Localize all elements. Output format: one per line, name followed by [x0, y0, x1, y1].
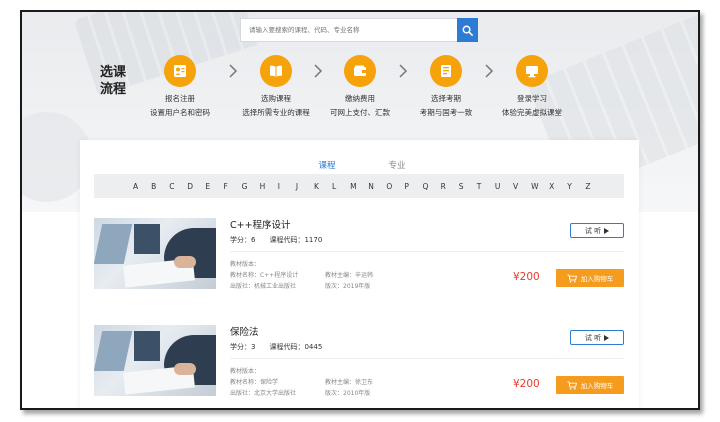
play-icon [604, 227, 610, 234]
course-thumbnail [94, 325, 216, 396]
divider [230, 251, 624, 252]
course-price: ¥200 [513, 271, 540, 283]
course-name[interactable]: 保险法 [230, 324, 259, 338]
publisher-value: 北京大学出版社 [254, 390, 297, 397]
editor-label: 教材主编： [325, 379, 356, 386]
search-icon [462, 25, 473, 36]
letter-filter-m[interactable]: M [350, 182, 368, 191]
alphabet-filter: ABCDEFGHIJKLMNOPQRSTUVWXYZ [94, 174, 624, 198]
credit-value: 6 [251, 236, 256, 244]
letter-filter-u[interactable]: U [495, 182, 513, 191]
wallet-icon [344, 55, 376, 87]
textbook-label: 教材名称： [230, 379, 261, 386]
cart-label: 加入购物车 [580, 382, 614, 390]
letter-filter-h[interactable]: H [260, 182, 278, 191]
add-to-cart-button[interactable]: 加入购物车 [556, 376, 624, 394]
step-login-study: 登录学习 体验完美虚拟课堂 [472, 55, 592, 118]
edition-label: 教材版本： [230, 261, 261, 268]
course-panel: 课程 专业 ABCDEFGHIJKLMNOPQRSTUVWXYZ C++程序设计… [80, 140, 639, 408]
letter-filter-s[interactable]: S [459, 182, 477, 191]
cart-icon [567, 274, 577, 283]
exam-doc-icon [430, 55, 462, 87]
textbook-value: C++程序设计 [260, 272, 299, 279]
course-item: C++程序设计 学分：6 课程代码：1170 教材版本： 教材名称：C++程序设… [94, 218, 624, 298]
book-icon [260, 55, 292, 87]
monitor-icon [516, 55, 548, 87]
letter-filter-a[interactable]: A [133, 182, 151, 191]
course-price: ¥200 [513, 378, 540, 390]
code-value: 1170 [304, 236, 323, 244]
letter-filter-c[interactable]: C [169, 182, 187, 191]
edition-label: 教材版本： [230, 368, 261, 375]
user-card-icon [164, 55, 196, 87]
version-value: 2019年版 [343, 283, 371, 290]
letter-filter-l[interactable]: L [332, 182, 350, 191]
letter-filter-k[interactable]: K [314, 182, 332, 191]
letter-filter-x[interactable]: X [549, 182, 567, 191]
editor-value: 辛运帏 [355, 272, 374, 279]
add-to-cart-button[interactable]: 加入购物车 [556, 269, 624, 287]
letter-filter-w[interactable]: W [531, 182, 549, 191]
textbook-label: 教材名称： [230, 272, 261, 279]
credit-label: 学分： [230, 236, 251, 244]
course-meta: 学分：3 课程代码：0445 [230, 342, 322, 352]
browser-frame: 选课流程 报名注册 设置用户名和密码 选购课程 选择所需专业的课程 缴纳费用 可… [20, 10, 700, 410]
credit-label: 学分： [230, 343, 251, 351]
version-value: 2010年版 [343, 390, 371, 397]
play-icon [604, 334, 610, 341]
step-desc: 体验完美虚拟课堂 [502, 108, 562, 117]
textbook-value: 保险学 [260, 379, 279, 386]
letter-filter-e[interactable]: E [205, 182, 223, 191]
letter-filter-g[interactable]: G [242, 182, 260, 191]
search-button[interactable] [457, 18, 478, 42]
letter-filter-y[interactable]: Y [567, 182, 585, 191]
code-label: 课程代码： [269, 343, 305, 351]
search-box [240, 18, 477, 42]
cart-icon [567, 381, 577, 390]
textbook-info: 教材版本： 教材名称：保险学 教材主编：徐卫东 出版社：北京大学出版社 版次：2… [230, 366, 373, 399]
letter-filter-i[interactable]: I [278, 182, 296, 191]
publisher-label: 出版社： [230, 283, 255, 290]
letter-filter-j[interactable]: J [296, 182, 314, 191]
course-thumbnail [94, 218, 216, 289]
code-value: 0445 [304, 343, 323, 351]
letter-filter-d[interactable]: D [187, 182, 205, 191]
step-label: 登录学习 [517, 94, 547, 103]
cart-label: 加入购物车 [580, 275, 614, 283]
trial-label: 试 听 [584, 226, 602, 235]
version-label: 版次： [325, 283, 344, 290]
letter-filter-b[interactable]: B [151, 182, 169, 191]
letter-filter-f[interactable]: F [223, 182, 241, 191]
letter-filter-z[interactable]: Z [585, 182, 603, 191]
letter-filter-r[interactable]: R [441, 182, 459, 191]
letter-filter-t[interactable]: T [477, 182, 495, 191]
letter-filter-o[interactable]: O [386, 182, 404, 191]
editor-value: 徐卫东 [355, 379, 374, 386]
trial-label: 试 听 [584, 333, 602, 342]
trial-button[interactable]: 试 听 [570, 330, 624, 345]
letter-filter-p[interactable]: P [404, 182, 422, 191]
divider [230, 358, 624, 359]
letter-filter-q[interactable]: Q [423, 182, 441, 191]
version-label: 版次： [325, 390, 344, 397]
course-name[interactable]: C++程序设计 [230, 217, 291, 231]
credit-value: 3 [251, 343, 256, 351]
editor-label: 教材主编： [325, 272, 356, 279]
textbook-info: 教材版本： 教材名称：C++程序设计 教材主编：辛运帏 出版社：机械工业出版社 … [230, 259, 373, 292]
letter-filter-v[interactable]: V [513, 182, 531, 191]
course-item: 保险法 学分：3 课程代码：0445 教材版本： 教材名称：保险学 教材主编：徐… [94, 325, 624, 405]
publisher-label: 出版社： [230, 390, 255, 397]
letter-filter-n[interactable]: N [368, 182, 386, 191]
code-label: 课程代码： [269, 236, 305, 244]
course-meta: 学分：6 课程代码：1170 [230, 235, 322, 245]
search-input[interactable] [249, 26, 449, 34]
publisher-value: 机械工业出版社 [254, 283, 297, 290]
trial-button[interactable]: 试 听 [570, 223, 624, 238]
